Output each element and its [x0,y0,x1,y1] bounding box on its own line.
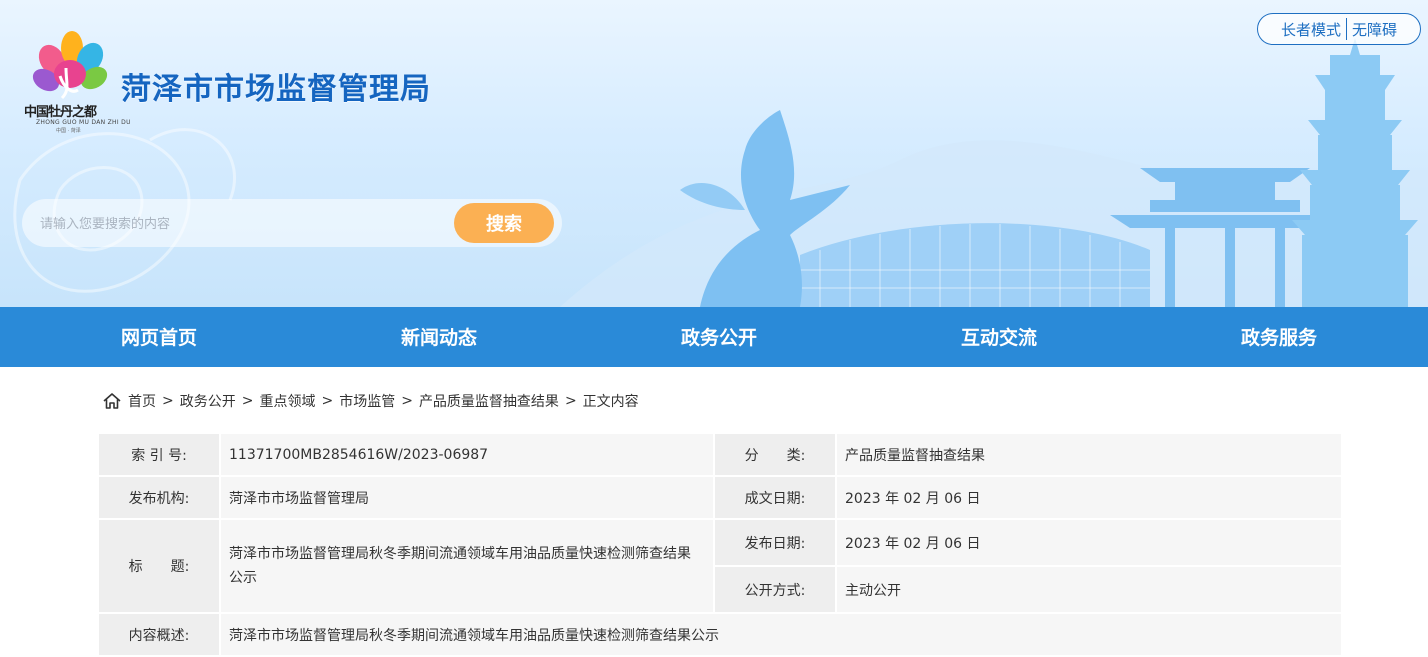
logo-text: 中国牡丹之都 [24,105,97,120]
elder-mode-button[interactable]: 长者模式 [1281,19,1341,40]
banner-landmarks-illustration [13,38,1428,307]
summary-label: 内容概述: [99,614,221,657]
index-value: 11371700MB2854616W/2023-06987 [221,434,715,477]
breadcrumb-current: 正文内容 [582,394,639,410]
logo-subtext-2: 中国 · 菏泽 [56,128,81,134]
breadcrumb-gov-info[interactable]: 政务公开 [180,391,236,411]
title-value: 菏泽市市场监督管理局秋冬季期间流通领域车用油品质量快速检测筛查结果公示 [221,520,715,614]
created-date-label: 成文日期: [715,477,837,520]
search-box: 搜索 [22,199,562,247]
nav-item-services[interactable]: 政务服务 [1241,307,1317,367]
breadcrumb-home[interactable]: 首页 [128,391,156,411]
breadcrumb-market-supervision[interactable]: 市场监管 [339,391,395,411]
main-nav: 网页首页 新闻动态 政务公开 互动交流 政务服务 [0,307,1428,367]
publisher-value: 菏泽市市场监督管理局 [221,477,715,520]
published-date-label: 发布日期: [715,520,837,567]
breadcrumb-separator: > [564,393,577,409]
logo-subtext: ZHONG GUO MU DAN ZHI DU [36,119,131,126]
breadcrumb-key-areas[interactable]: 重点领域 [259,391,315,411]
breadcrumb-separator: > [241,393,254,409]
title-label: 标 题: [99,520,221,614]
index-label: 索 引 号: [99,434,221,477]
summary-value: 菏泽市市场监督管理局秋冬季期间流通领域车用油品质量快速检测筛查结果公示 [221,614,1343,657]
site-title[interactable]: 菏泽市市场监督管理局 [121,64,431,108]
breadcrumb: 首页 > 政务公开 > 重点领域 > 市场监管 > 产品质量监督抽查结果 > 正… [102,390,639,412]
category-label: 分 类: [715,434,837,477]
category-value: 产品质量监督抽查结果 [837,434,1343,477]
breadcrumb-separator: > [321,393,334,409]
accessibility-button[interactable]: 无障碍 [1352,19,1397,40]
breadcrumb-separator: > [162,393,174,409]
breadcrumb-quality-results[interactable]: 产品质量监督抽查结果 [419,391,559,411]
open-mode-value: 主动公开 [837,567,1343,614]
header-banner: 中国牡丹之都 ZHONG GUO MU DAN ZHI DU 中国 · 菏泽 菏… [0,0,1428,307]
breadcrumb-separator: > [401,393,413,409]
nav-item-news[interactable]: 新闻动态 [401,307,477,367]
home-icon[interactable] [102,391,122,411]
nav-item-gov-info[interactable]: 政务公开 [681,307,757,367]
open-mode-label: 公开方式: [715,567,837,614]
publisher-label: 发布机构: [99,477,221,520]
nav-item-home[interactable]: 网页首页 [121,307,197,367]
tools-divider [1346,18,1347,40]
document-info-table: 索 引 号: 11371700MB2854616W/2023-06987 分 类… [99,434,1343,657]
created-date-value: 2023 年 02 月 06 日 [837,477,1343,520]
search-input[interactable] [38,207,462,241]
search-button[interactable]: 搜索 [454,203,554,243]
accessibility-tools: 长者模式 无障碍 [1257,13,1421,45]
published-date-value: 2023 年 02 月 06 日 [837,520,1343,567]
nav-item-interaction[interactable]: 互动交流 [961,307,1037,367]
